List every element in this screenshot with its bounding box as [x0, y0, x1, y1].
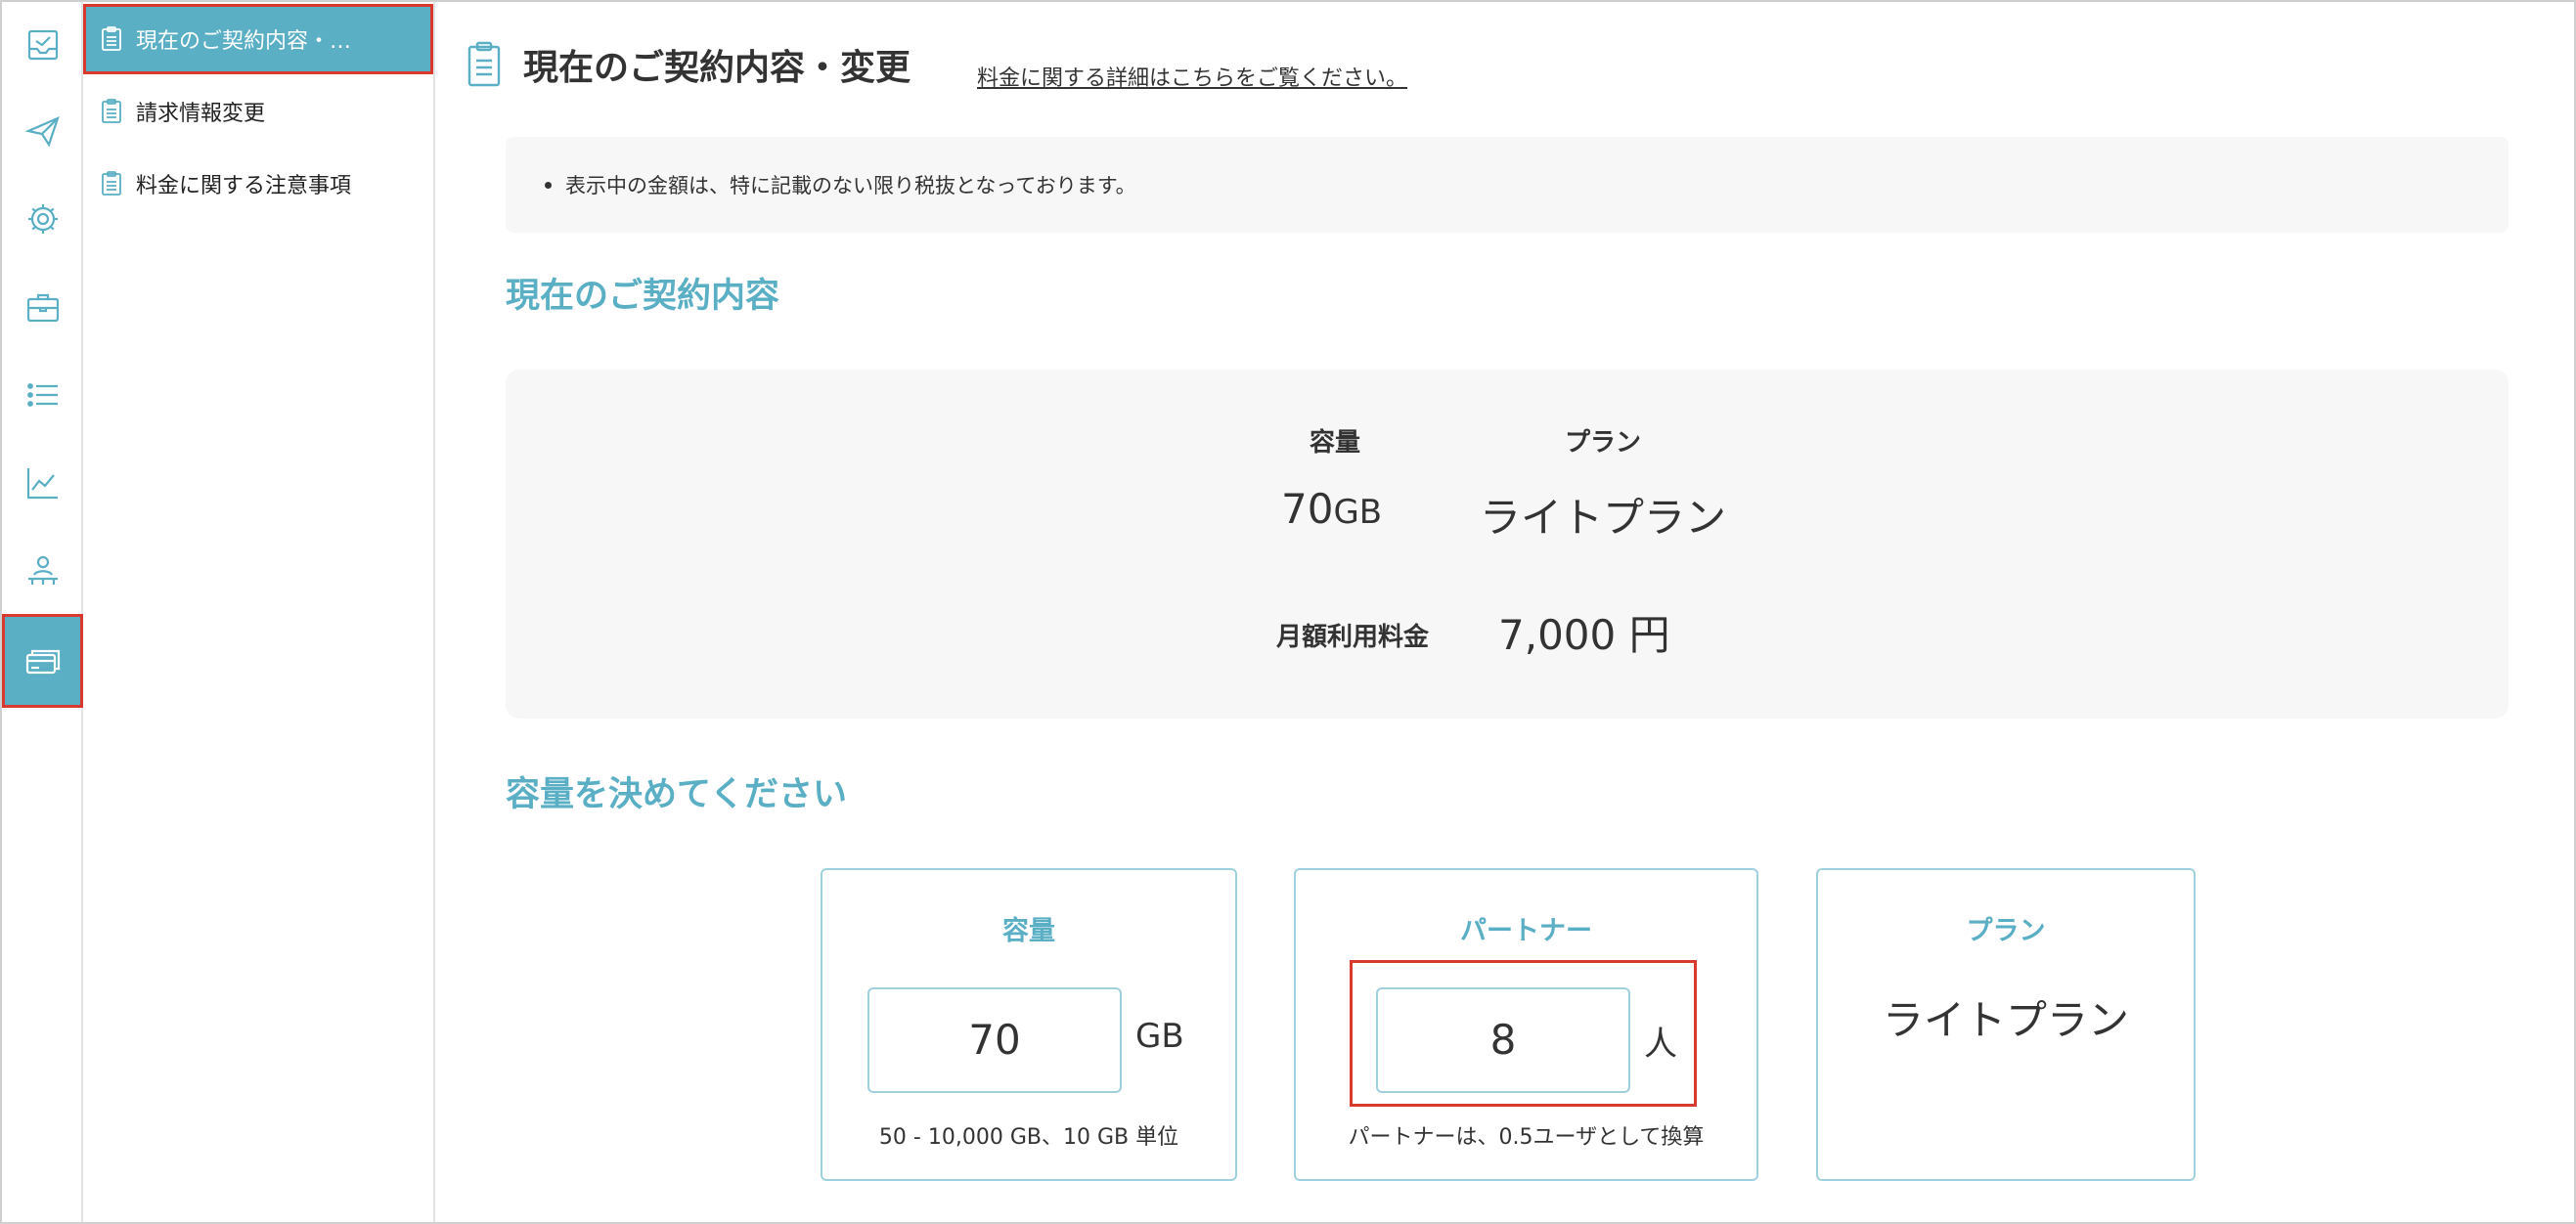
- current-contract-panel: 容量 プラン 70GB ライトプラン 月額利用料金 7,000 円: [506, 370, 2509, 719]
- partner-input-highlight: [1350, 960, 1697, 1107]
- fee-number: 7,000: [1498, 611, 1617, 659]
- tax-notice-text: 表示中の金額は、特に記載のない限り税抜となっております。: [565, 174, 1136, 197]
- nav-organization-button[interactable]: [2, 528, 83, 614]
- capacity-card-title: 容量: [1002, 916, 1055, 946]
- submenu-item-label: 現在のご契約内容・…: [136, 29, 352, 54]
- page-header: 現在のご契約内容・変更: [466, 39, 910, 90]
- capacity-hint: 50 - 10,000 GB、10 GB 単位: [878, 1125, 1179, 1150]
- gear-icon: [27, 204, 58, 234]
- capacity-card: 容量 70 GB 50 - 10,000 GB、10 GB 単位: [821, 868, 1237, 1181]
- monthly-fee-value: 7,000 円: [1498, 602, 1670, 662]
- list-icon: [26, 383, 58, 407]
- page-title: 現在のご契約内容・変更: [523, 48, 911, 88]
- capacity-selection-heading: 容量を決めてください: [506, 775, 847, 814]
- partner-hint: パートナーは、0.5ユーザとして換算: [1348, 1125, 1705, 1150]
- inbox-tray-icon: [27, 29, 58, 61]
- current-plan-value: ライトプラン: [1480, 494, 1727, 542]
- monthly-fee-label: 月額利用料金: [1276, 623, 1430, 652]
- credit-card-icon: [25, 649, 60, 675]
- nav-send-button[interactable]: [2, 88, 83, 174]
- capacity-unit-label: GB: [1135, 1017, 1184, 1056]
- submenu-item-pricing-notes[interactable]: 料金に関する注意事項: [83, 149, 433, 219]
- clipboard-icon: [102, 99, 121, 123]
- current-capacity-label: 容量: [1310, 428, 1361, 458]
- current-capacity-value: 70GB: [1281, 485, 1382, 533]
- fee-unit: 円: [1628, 611, 1670, 659]
- nav-list-button[interactable]: [2, 352, 83, 438]
- briefcase-icon: [26, 293, 59, 323]
- tax-notice: 表示中の金額は、特に記載のない限り税抜となっております。: [506, 137, 2509, 233]
- partner-card-title: パートナー: [1460, 916, 1592, 946]
- clipboard-icon: [102, 26, 121, 51]
- clipboard-icon: [102, 171, 121, 196]
- partner-card: パートナー 8 人 パートナーは、0.5ユーザとして換算: [1294, 868, 1758, 1181]
- plan-card-title: プラン: [1966, 916, 2046, 946]
- pricing-details-link[interactable]: 料金に関する詳細はこちらをご覧ください。: [977, 61, 1407, 92]
- plan-card-value: ライトプラン: [1882, 996, 2129, 1044]
- nav-settings-button[interactable]: [2, 176, 83, 262]
- plan-card: プラン ライトプラン: [1816, 868, 2196, 1181]
- bullet: [545, 181, 552, 189]
- nav-briefcase-button[interactable]: [2, 264, 83, 350]
- capacity-unit: GB: [1333, 493, 1383, 532]
- current-plan-label: プラン: [1565, 428, 1642, 458]
- nav-analytics-button[interactable]: [2, 440, 83, 526]
- paper-plane-icon: [23, 116, 60, 148]
- org-person-icon: [27, 555, 58, 585]
- icon-nav-rail: [2, 2, 83, 1222]
- line-chart-icon: [26, 468, 58, 500]
- nav-billing-button[interactable]: [2, 614, 83, 708]
- submenu-item-label: 料金に関する注意事項: [136, 174, 352, 198]
- clipboard-icon: [467, 41, 501, 87]
- capacity-number: 70: [1281, 485, 1334, 533]
- submenu-item-label: 請求情報変更: [136, 102, 266, 126]
- submenu-item-billing-info[interactable]: 請求情報変更: [83, 76, 433, 147]
- nav-inbox-button[interactable]: [2, 2, 83, 88]
- billing-submenu: 現在のご契約内容・… 請求情報変更 料金に関する注意事項: [83, 2, 435, 1222]
- submenu-item-current-contract[interactable]: 現在のご契約内容・…: [83, 4, 433, 74]
- current-contract-heading: 現在のご契約内容: [506, 277, 780, 316]
- capacity-input[interactable]: 70: [867, 987, 1122, 1093]
- main-content: 現在のご契約内容・変更 料金に関する詳細はこちらをご覧ください。 表示中の金額は…: [437, 2, 2574, 1222]
